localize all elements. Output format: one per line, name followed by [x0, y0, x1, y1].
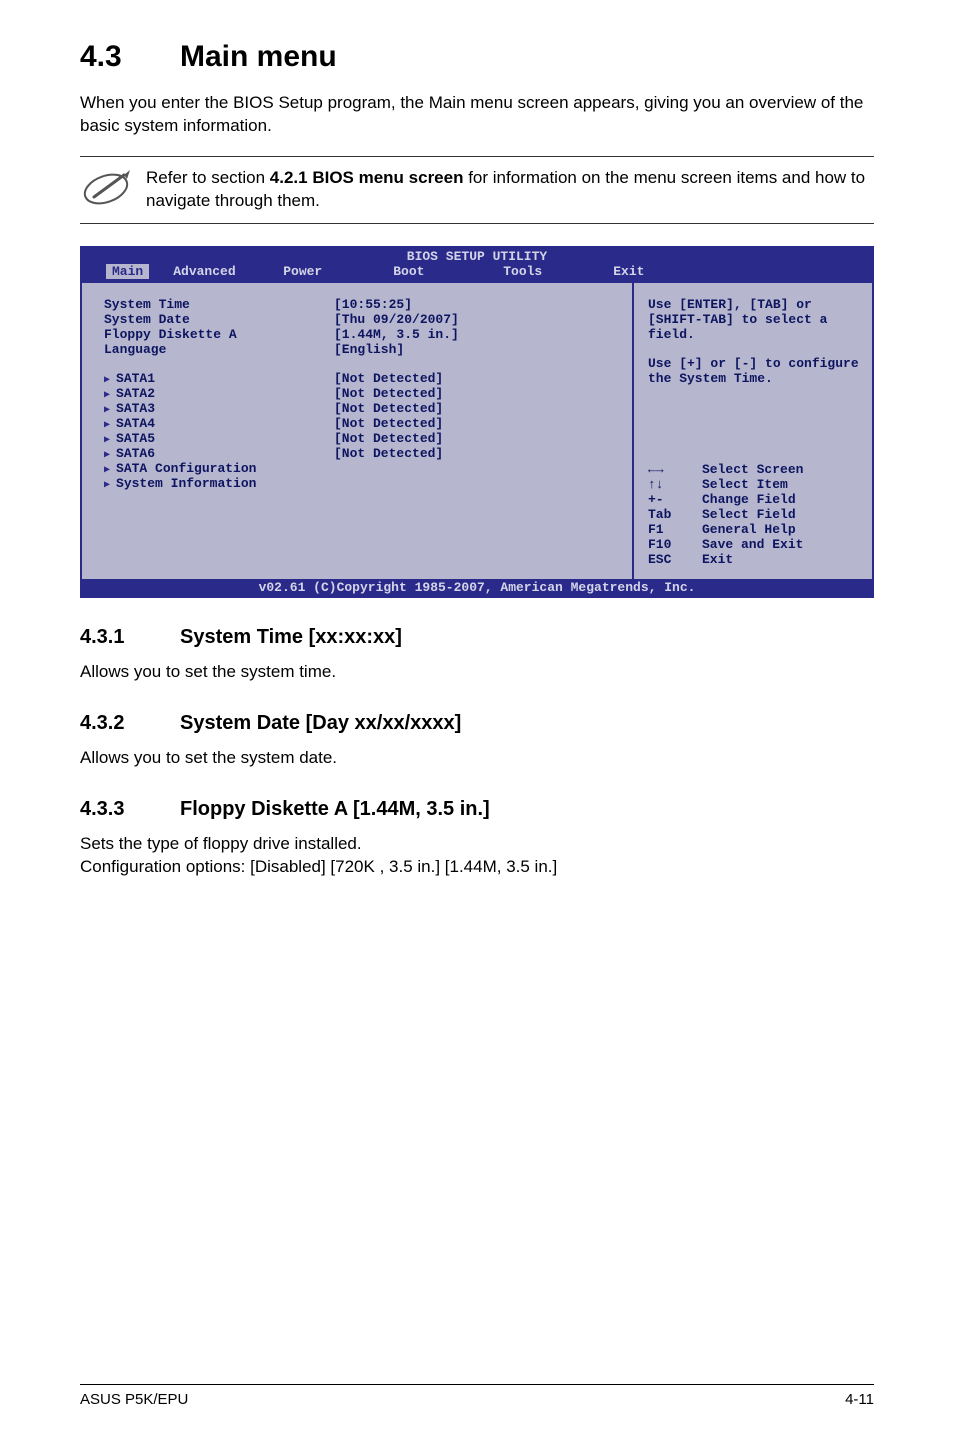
bios-key-row: +-Change Field	[648, 492, 860, 507]
bios-key-desc: Save and Exit	[702, 537, 803, 552]
bios-submenu-label: SATA Configuration	[104, 461, 334, 476]
note-pre: Refer to section	[146, 168, 270, 187]
bios-field-row: Floppy Diskette A[1.44M, 3.5 in.]	[104, 327, 620, 342]
bios-field-label: SATA3	[104, 401, 334, 416]
bios-field-row: SATA1[Not Detected]	[104, 371, 620, 386]
bios-field-value: [Not Detected]	[334, 371, 443, 386]
note-text: Refer to section 4.2.1 BIOS menu screen …	[146, 167, 874, 213]
bios-field-row: SATA6[Not Detected]	[104, 446, 620, 461]
bios-key: Tab	[648, 507, 702, 522]
intro-paragraph: When you enter the BIOS Setup program, t…	[80, 92, 874, 138]
bios-field-row: System Date[Thu 09/20/2007]	[104, 312, 620, 327]
section-number: 4.3	[80, 40, 180, 74]
subsection-body: Allows you to set the system time.	[80, 661, 874, 684]
bios-field-label: SATA5	[104, 431, 334, 446]
bios-field-label: System Date	[104, 312, 334, 327]
subsection-body: Allows you to set the system date.	[80, 747, 874, 770]
note-bold: 4.2.1 BIOS menu screen	[270, 168, 464, 187]
bios-tab: Boot	[393, 264, 503, 279]
bios-key: F10	[648, 537, 702, 552]
bios-submenu-row: System Information	[104, 476, 620, 491]
bios-field-value: [Not Detected]	[334, 386, 443, 401]
bios-field-row: System Time[10:55:25]	[104, 297, 620, 312]
bios-field-value: [Not Detected]	[334, 431, 443, 446]
subsection-title: Floppy Diskette A [1.44M, 3.5 in.]	[180, 798, 490, 820]
bios-key: ←→	[648, 462, 702, 477]
bios-tab: Power	[283, 264, 393, 279]
footer-right: 4-11	[845, 1391, 874, 1408]
bios-tab: Advanced	[173, 264, 283, 279]
bios-field-value: [Not Detected]	[334, 401, 443, 416]
bios-field-label: SATA2	[104, 386, 334, 401]
bios-field-label: SATA6	[104, 446, 334, 461]
note-box: Refer to section 4.2.1 BIOS menu screen …	[80, 156, 874, 224]
bios-key-row: F1General Help	[648, 522, 860, 537]
bios-key-row: F10Save and Exit	[648, 537, 860, 552]
footer-left: ASUS P5K/EPU	[80, 1391, 188, 1408]
bios-field-value: [Not Detected]	[334, 446, 443, 461]
subsection: 4.3.1System Time [xx:xx:xx] Allows you to…	[80, 626, 874, 684]
subsection-number: 4.3.3	[80, 798, 180, 821]
bios-field-value: [English]	[334, 342, 404, 357]
bios-key-row: ESCExit	[648, 552, 860, 567]
bios-header: BIOS SETUP UTILITY Main Advanced Power B…	[82, 248, 872, 281]
bios-footer: v02.61 (C)Copyright 1985-2007, American …	[82, 579, 872, 596]
bios-body: System Time[10:55:25]System Date[Thu 09/…	[82, 281, 872, 579]
bios-key: +-	[648, 492, 702, 507]
bios-field-label: Language	[104, 342, 334, 357]
bios-key-desc: Exit	[702, 552, 733, 567]
bios-field-value: [10:55:25]	[334, 297, 412, 312]
subsection-heading: 4.3.3Floppy Diskette A [1.44M, 3.5 in.]	[80, 798, 874, 821]
bios-tab: Tools	[503, 264, 613, 279]
bios-tab: Exit	[613, 264, 723, 279]
bios-submenu-row: SATA Configuration	[104, 461, 620, 476]
subsection: 4.3.2System Date [Day xx/xx/xxxx] Allows …	[80, 712, 874, 770]
section-title-text: Main menu	[180, 40, 337, 73]
bios-field-value: [1.44M, 3.5 in.]	[334, 327, 459, 342]
bios-submenu-label: System Information	[104, 476, 334, 491]
bios-help-text: Use [+] or [-] to configure the System T…	[648, 356, 860, 386]
bios-key-desc: Change Field	[702, 492, 796, 507]
bios-key-desc: Select Screen	[702, 462, 803, 477]
bios-help-pane: Use [ENTER], [TAB] or [SHIFT-TAB] to sel…	[634, 281, 872, 579]
bios-field-row: Language[English]	[104, 342, 620, 357]
bios-header-title: BIOS SETUP UTILITY	[82, 249, 872, 264]
bios-field-row: SATA5[Not Detected]	[104, 431, 620, 446]
bios-key: ↑↓	[648, 477, 702, 492]
bios-key-row: TabSelect Field	[648, 507, 860, 522]
bios-field-label: SATA4	[104, 416, 334, 431]
subsection: 4.3.3Floppy Diskette A [1.44M, 3.5 in.] S…	[80, 798, 874, 879]
bios-help-text: Use [ENTER], [TAB] or [SHIFT-TAB] to sel…	[648, 297, 860, 342]
bios-field-label: System Time	[104, 297, 334, 312]
subsection-title: System Time [xx:xx:xx]	[180, 626, 402, 648]
bios-key: ESC	[648, 552, 702, 567]
subsection-heading: 4.3.2System Date [Day xx/xx/xxxx]	[80, 712, 874, 735]
subsection-heading: 4.3.1System Time [xx:xx:xx]	[80, 626, 874, 649]
bios-key-desc: Select Field	[702, 507, 796, 522]
bios-tab-main: Main	[106, 264, 149, 279]
bios-field-row: SATA3[Not Detected]	[104, 401, 620, 416]
subsection-title: System Date [Day xx/xx/xxxx]	[180, 712, 461, 734]
subsection-body: Sets the type of floppy drive installed.…	[80, 833, 874, 879]
bios-field-row: SATA4[Not Detected]	[104, 416, 620, 431]
bios-field-label: SATA1	[104, 371, 334, 386]
bios-left-pane: System Time[10:55:25]System Date[Thu 09/…	[82, 281, 634, 579]
bios-field-label: Floppy Diskette A	[104, 327, 334, 342]
bios-key: F1	[648, 522, 702, 537]
bios-key-row: ↑↓Select Item	[648, 477, 860, 492]
subsection-number: 4.3.2	[80, 712, 180, 735]
bios-help-keys: ←→Select Screen↑↓Select Item+-Change Fie…	[648, 462, 860, 567]
bios-key-desc: Select Item	[702, 477, 788, 492]
note-icon	[80, 167, 132, 211]
bios-key-desc: General Help	[702, 522, 796, 537]
section-heading: 4.3Main menu	[80, 40, 874, 74]
page-footer: ASUS P5K/EPU 4-11	[80, 1384, 874, 1408]
bios-field-value: [Thu 09/20/2007]	[334, 312, 459, 327]
bios-screenshot: BIOS SETUP UTILITY Main Advanced Power B…	[80, 246, 874, 598]
bios-key-row: ←→Select Screen	[648, 462, 860, 477]
bios-menu-tabs: Main Advanced Power Boot Tools Exit	[82, 264, 872, 281]
bios-field-value: [Not Detected]	[334, 416, 443, 431]
bios-field-row: SATA2[Not Detected]	[104, 386, 620, 401]
subsection-number: 4.3.1	[80, 626, 180, 649]
